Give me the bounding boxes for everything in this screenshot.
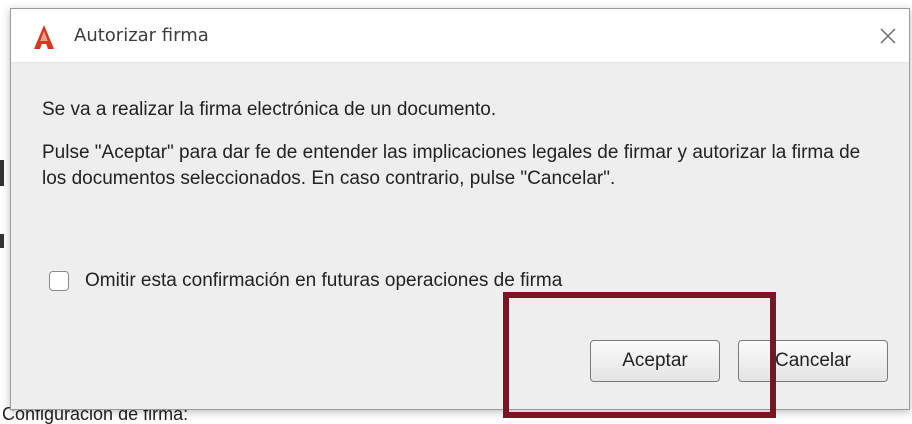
background-window-edge — [0, 234, 4, 248]
dialog-message: Se va a realizar la firma electrónica de… — [42, 97, 889, 192]
close-icon[interactable] — [875, 23, 901, 49]
cancel-button[interactable]: Cancelar — [738, 340, 888, 382]
background-window-edge — [0, 160, 4, 186]
dialog-titlebar[interactable]: Autorizar firma — [11, 9, 909, 63]
dialog-title: Autorizar firma — [74, 25, 209, 46]
skip-confirmation-label: Omitir esta confirmación en futuras oper… — [85, 270, 563, 291]
authorize-signature-dialog: Autorizar firma Se va a realizar la firm… — [10, 8, 910, 410]
autofirma-logo-icon — [34, 25, 54, 49]
message-line-1: Se va a realizar la firma electrónica de… — [42, 99, 497, 120]
accept-button[interactable]: Aceptar — [590, 340, 720, 382]
skip-confirmation-option[interactable]: Omitir esta confirmación en futuras oper… — [49, 270, 562, 292]
skip-confirmation-checkbox[interactable] — [49, 271, 69, 291]
message-line-2: Pulse "Aceptar" para dar fe de entender … — [42, 142, 861, 189]
